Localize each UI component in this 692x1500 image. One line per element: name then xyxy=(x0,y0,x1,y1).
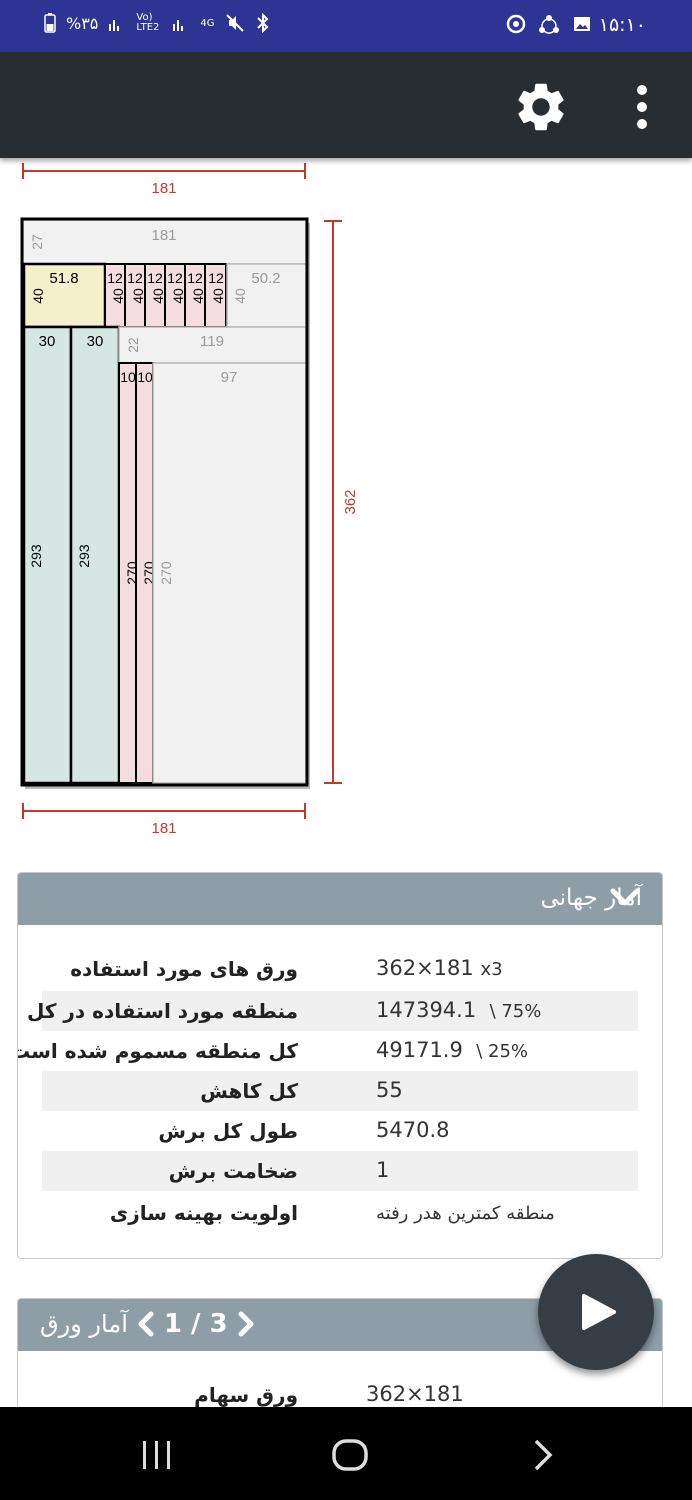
sync-icon xyxy=(539,15,559,34)
piece-yellow-width: 51.8 xyxy=(49,270,78,287)
stat-label: کل منطقه مسموم شده است xyxy=(17,1039,298,1063)
top-width-dimension: 181 xyxy=(151,180,176,197)
stat-row-sheets-used: ورق های مورد استفاده 362×181 x3 xyxy=(42,949,638,989)
more-vert-icon[interactable] xyxy=(630,84,654,130)
stat-label: ورق سهام xyxy=(194,1383,298,1407)
stat-label: منطقه مورد استفاده در کل xyxy=(26,999,298,1023)
thin-1-width: 10 xyxy=(120,369,136,385)
stat-label: اولویت بهینه سازی xyxy=(109,1201,298,1225)
waste-row2-width: 50.2 xyxy=(251,270,280,287)
status-time: ۱۵:۱۰ xyxy=(598,14,646,36)
stat-value-main: 147394.1 xyxy=(376,998,477,1022)
chrome-icon xyxy=(506,14,526,34)
thin-2-width: 10 xyxy=(137,369,153,385)
waste-mid-width: 119 xyxy=(200,333,224,350)
status-right xyxy=(506,14,592,36)
stat-row-total-cuts: کل کاهش 55 xyxy=(42,1071,638,1111)
battery-percent: %۳۵ xyxy=(66,13,99,33)
waste-row2-height: 40 xyxy=(232,288,248,304)
stat-value-main: 49171.9 xyxy=(376,1038,463,1062)
sheet-stats-title: آمار ورق xyxy=(40,1310,128,1338)
chevron-left-icon[interactable] xyxy=(136,1310,156,1338)
small-piece-2-width: 12 xyxy=(127,270,143,286)
mute-icon xyxy=(225,14,244,32)
small-piece-3-width: 12 xyxy=(147,270,163,286)
battery-icon xyxy=(44,13,56,33)
small-piece-6-height: 40 xyxy=(210,288,226,304)
bluetooth-icon xyxy=(256,13,268,33)
thin-1-height: 270 xyxy=(124,561,140,585)
play-button[interactable] xyxy=(538,1254,654,1370)
teal-2-height: 293 xyxy=(76,544,92,568)
small-piece-5-width: 12 xyxy=(187,270,203,286)
stat-value: 1 xyxy=(376,1158,390,1182)
waste-big-height: 270 xyxy=(158,561,174,585)
volte-label: Vo) LTE2 xyxy=(136,12,160,33)
app-bar xyxy=(0,52,692,158)
chevron-right-icon[interactable] xyxy=(236,1310,256,1338)
stat-label: ورق های مورد استفاده xyxy=(70,957,298,981)
home-icon[interactable] xyxy=(331,1438,369,1472)
bottom-width-dimension: 181 xyxy=(151,820,176,837)
cutting-diagram: 181 362 181 181 27 51.8 40 12 12 12 12 1… xyxy=(20,163,359,837)
small-piece-3-height: 40 xyxy=(150,288,166,304)
signal-icon-2 xyxy=(173,20,184,31)
waste-big-width: 97 xyxy=(221,369,238,386)
stat-row-used-area: منطقه مورد استفاده در کل 147394.1 \ 75% xyxy=(27,991,638,1031)
global-stats-header[interactable]: آمار جهانی xyxy=(18,873,662,925)
stat-value-main: 362×181 xyxy=(376,956,474,980)
stat-label: کل کاهش xyxy=(200,1079,298,1103)
waste-top-width: 181 xyxy=(151,227,176,244)
piece-yellow-height: 40 xyxy=(30,288,46,304)
small-piece-1-width: 12 xyxy=(107,270,123,286)
status-bar: %۳۵ Vo) LTE2 4G ۱۵:۱۰ xyxy=(0,0,692,52)
small-piece-4-width: 12 xyxy=(167,270,183,286)
stat-label: ضخامت برش xyxy=(168,1159,298,1183)
small-piece-4-height: 40 xyxy=(170,288,186,304)
small-piece-5-height: 40 xyxy=(190,288,206,304)
recents-icon[interactable] xyxy=(140,1439,174,1471)
stat-row-cut-length: طول کل برش 5470.8 xyxy=(42,1111,638,1151)
teal-1-height: 293 xyxy=(28,544,44,568)
stat-value: 5470.8 xyxy=(376,1118,450,1142)
network-label: 4G xyxy=(200,17,215,29)
stat-value-extra: \ 75% xyxy=(489,1001,542,1022)
navigation-bar xyxy=(0,1407,692,1500)
stat-value: منطقه کمترین هدر رفته xyxy=(376,1203,555,1224)
gear-icon[interactable] xyxy=(512,78,570,136)
stat-row-cut-thickness: ضخامت برش 1 xyxy=(42,1151,638,1191)
stat-value: 362×181 x3 xyxy=(376,956,503,980)
stat-row-optimization-priority: اولویت بهینه سازی منطقه کمترین هدر رفته xyxy=(42,1193,638,1233)
waste-mid-height: 22 xyxy=(125,337,141,353)
play-icon xyxy=(582,1294,616,1330)
stat-value-extra: \ 25% xyxy=(476,1041,528,1062)
stat-label: طول کل برش xyxy=(158,1119,298,1143)
height-dimension: 362 xyxy=(342,489,359,514)
signal-icon xyxy=(109,20,120,31)
stat-row-wasted-area: کل منطقه مسموم شده است 49171.9 \ 25% xyxy=(18,1031,638,1071)
waste-big xyxy=(152,362,307,784)
global-stats-card: آمار جهانی ورق های مورد استفاده 362×181 … xyxy=(17,872,663,1259)
gallery-icon xyxy=(574,17,590,31)
stat-value: 55 xyxy=(376,1078,403,1102)
status-left: %۳۵ Vo) LTE2 4G xyxy=(44,13,271,33)
waste-top-height: 27 xyxy=(29,234,45,250)
stat-value: 362×181 xyxy=(366,1382,464,1406)
sheet-page-indicator: 1 / 3 xyxy=(163,1309,228,1339)
chevron-down-icon[interactable] xyxy=(610,887,640,907)
small-piece-1-height: 40 xyxy=(110,288,126,304)
back-icon[interactable] xyxy=(530,1438,556,1472)
teal-1-width: 30 xyxy=(39,333,56,350)
stat-value-extra: x3 xyxy=(480,959,503,980)
small-piece-2-height: 40 xyxy=(130,288,146,304)
stat-value: 147394.1 \ 75% xyxy=(376,998,541,1022)
teal-2-width: 30 xyxy=(87,333,104,350)
small-piece-6-width: 12 xyxy=(208,270,224,286)
sheet-stats-title-group: آمار ورق 1 / 3 xyxy=(40,1309,256,1339)
stat-value: 49171.9 \ 25% xyxy=(376,1038,528,1062)
